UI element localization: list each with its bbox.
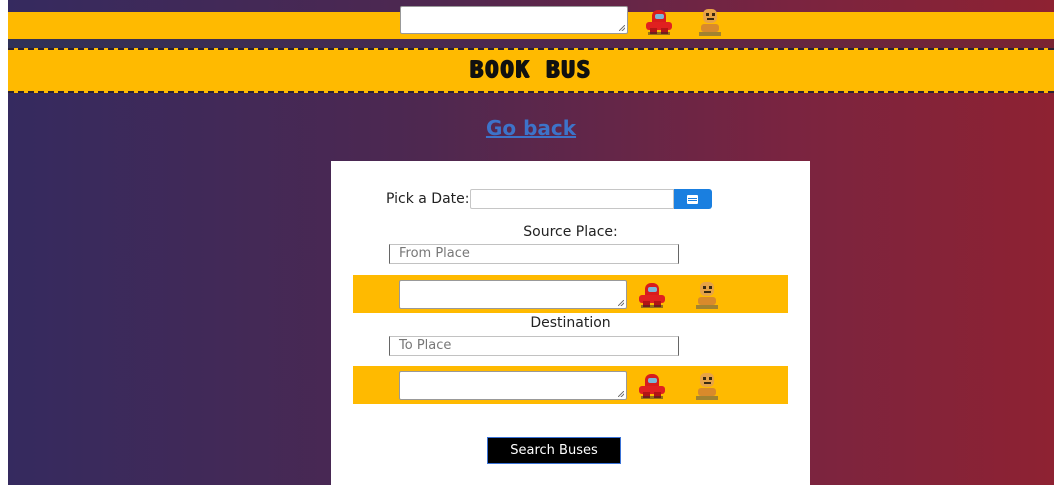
- calendar-icon: [687, 194, 698, 204]
- date-input[interactable]: [469, 189, 674, 209]
- top-decor-strip: [8, 6, 1054, 39]
- red-crewmate-icon: [646, 10, 672, 35]
- destination-textarea[interactable]: [399, 371, 627, 400]
- red-crewmate-icon: [639, 283, 665, 308]
- title-bar: BOOK BUS: [8, 48, 1054, 93]
- go-back-link[interactable]: Go back: [486, 116, 576, 140]
- booking-form-card: Pick a Date: Source Place: From Place De…: [331, 161, 810, 485]
- date-label: Pick a Date:: [386, 191, 470, 207]
- source-textarea[interactable]: [399, 280, 627, 309]
- source-decor-band: [353, 275, 788, 313]
- orange-skeleton-icon: [696, 282, 718, 309]
- orange-skeleton-icon: [699, 9, 721, 36]
- divider-band: [8, 39, 1054, 48]
- destination-input[interactable]: To Place: [389, 336, 679, 356]
- page-background: BOOK BUS Go back Pick a Date: Source Pla…: [8, 0, 1054, 485]
- calendar-button[interactable]: [673, 189, 712, 209]
- source-label: Source Place:: [523, 224, 618, 240]
- top-textarea[interactable]: [400, 6, 628, 34]
- destination-label: Destination: [530, 315, 611, 331]
- red-crewmate-icon: [639, 374, 665, 399]
- destination-decor-band: [353, 366, 788, 404]
- source-input[interactable]: From Place: [389, 244, 679, 264]
- orange-skeleton-icon: [696, 373, 718, 400]
- resize-grip-icon[interactable]: [619, 25, 625, 31]
- go-back-container: Go back: [8, 116, 1054, 140]
- resize-grip-icon[interactable]: [618, 391, 624, 397]
- resize-grip-icon[interactable]: [618, 300, 624, 306]
- page-title: BOOK BUS: [470, 58, 592, 84]
- search-buses-button[interactable]: Search Buses: [487, 437, 621, 464]
- date-row: Pick a Date:: [386, 189, 756, 209]
